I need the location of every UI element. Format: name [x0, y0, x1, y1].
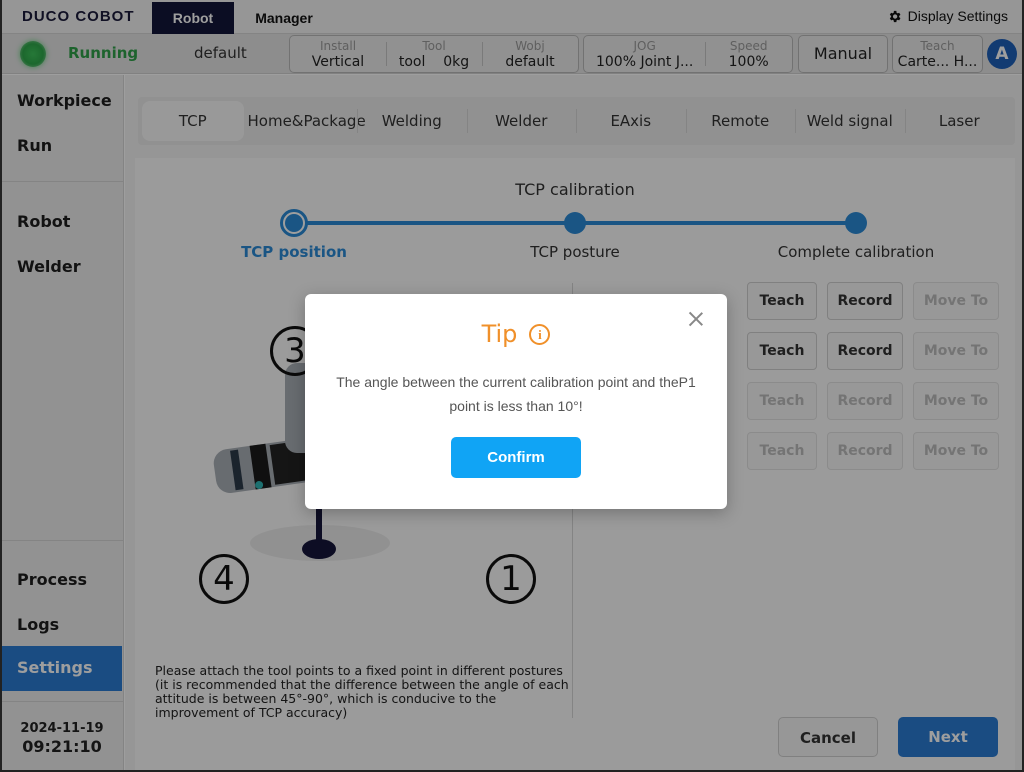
info-icon: i [529, 324, 551, 345]
dialog-message: The angle between the current calibratio… [336, 374, 696, 414]
app-window: DUCO COBOT Robot Manager Display Setting… [0, 0, 1024, 772]
dialog-title-text: Tip [481, 320, 518, 348]
dialog-title: Tip i [305, 320, 727, 348]
tip-dialog: Tip i The angle between the current calib… [305, 294, 727, 509]
confirm-button[interactable]: Confirm [451, 437, 581, 478]
